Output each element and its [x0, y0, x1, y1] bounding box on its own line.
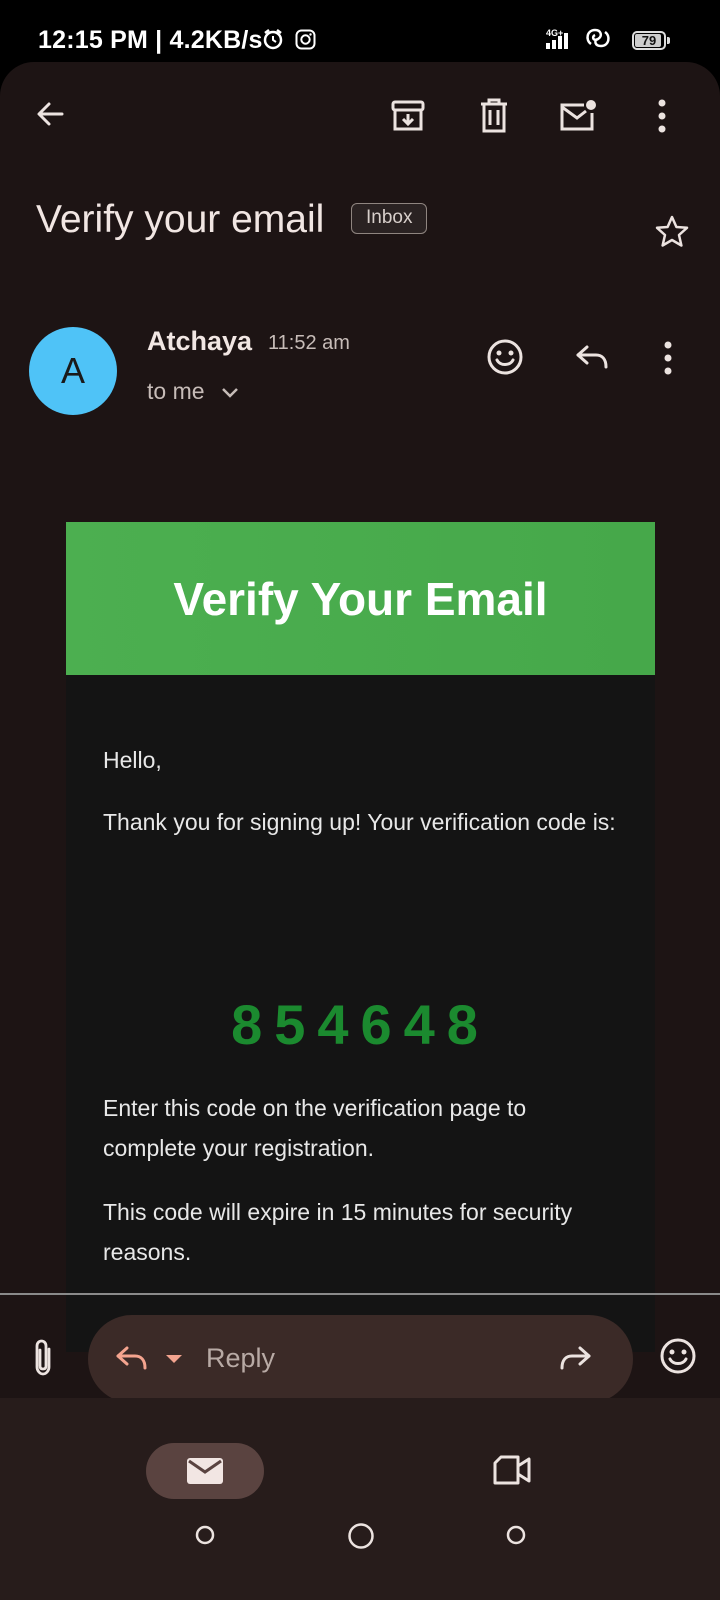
- bottom-navigation: [0, 1398, 720, 1600]
- video-camera-icon: [493, 1455, 531, 1485]
- mail-icon: [187, 1458, 223, 1484]
- verification-code: 854648: [231, 993, 490, 1056]
- attachment-icon: [35, 1339, 51, 1376]
- chevron-down-icon: [222, 388, 238, 398]
- back-button[interactable]: [28, 92, 72, 136]
- reply-button[interactable]: [570, 338, 614, 378]
- status-time: 12:15 PM | 4.2KB/s: [38, 26, 263, 54]
- more-options-button[interactable]: [648, 96, 676, 136]
- instruction-text: Enter this code on the verification page…: [103, 1095, 527, 1161]
- message-more-button[interactable]: [656, 338, 680, 378]
- home-nav-icon[interactable]: [347, 1522, 375, 1550]
- signal-icon: [546, 33, 568, 49]
- email-view: Verify your email Inbox A Atchaya 11:52 …: [0, 62, 720, 1398]
- attach-button[interactable]: [26, 1332, 60, 1382]
- intro-text: Thank you for signing up! Your verificat…: [103, 809, 616, 835]
- expiry-text: This code will expire in 15 minutes for …: [103, 1199, 573, 1265]
- delete-icon: [481, 98, 507, 133]
- mark-unread-button[interactable]: [556, 96, 600, 136]
- status-bar: 12:15 PM | 4.2KB/s 4G+ 79: [0, 0, 720, 62]
- avatar[interactable]: A: [29, 327, 117, 415]
- instagram-icon: [295, 29, 316, 50]
- star-icon: [655, 215, 689, 247]
- reply-options-dropdown-icon[interactable]: [164, 1353, 184, 1365]
- emoji-icon: [660, 1338, 696, 1374]
- react-button[interactable]: [658, 1336, 698, 1376]
- meet-tab[interactable]: [490, 1450, 534, 1490]
- banner-title: Verify Your Email: [173, 572, 548, 625]
- archive-icon: [391, 100, 425, 131]
- divider: [0, 1293, 720, 1295]
- recents-nav-icon[interactable]: [194, 1524, 216, 1546]
- mail-tab[interactable]: [146, 1443, 264, 1499]
- delete-button[interactable]: [474, 96, 514, 136]
- star-button[interactable]: [652, 212, 692, 252]
- more-vert-icon: [664, 341, 672, 375]
- alarm-icon: [263, 29, 283, 50]
- label-chip[interactable]: Inbox: [351, 203, 428, 234]
- back-arrow-icon: [37, 102, 64, 126]
- reply-placeholder: Reply: [206, 1343, 276, 1373]
- sender-name[interactable]: Atchaya: [147, 326, 252, 357]
- archive-button[interactable]: [388, 96, 428, 136]
- recipient-details[interactable]: to me: [147, 378, 239, 405]
- back-nav-icon[interactable]: [505, 1524, 527, 1546]
- more-vert-icon: [658, 99, 666, 133]
- recipient-label: to me: [147, 378, 205, 404]
- reply-icon: [576, 345, 608, 369]
- email-time: 11:52 am: [268, 332, 350, 354]
- react-button[interactable]: [484, 336, 526, 378]
- mark-unread-icon: [560, 100, 596, 131]
- email-body: Verify Your Email Hello, Thank you for s…: [66, 522, 655, 1352]
- reply-icon: [116, 1346, 147, 1370]
- emoji-icon: [487, 339, 523, 375]
- battery-percent: 79: [641, 33, 657, 48]
- email-banner: Verify Your Email: [66, 522, 655, 675]
- reply-field[interactable]: Reply: [88, 1315, 633, 1398]
- battery-icon: 79: [632, 31, 666, 50]
- email-subject: Verify your email: [36, 198, 325, 241]
- forward-icon[interactable]: [558, 1345, 592, 1373]
- data-saver-icon: [586, 28, 610, 48]
- greeting-text: Hello,: [103, 747, 162, 773]
